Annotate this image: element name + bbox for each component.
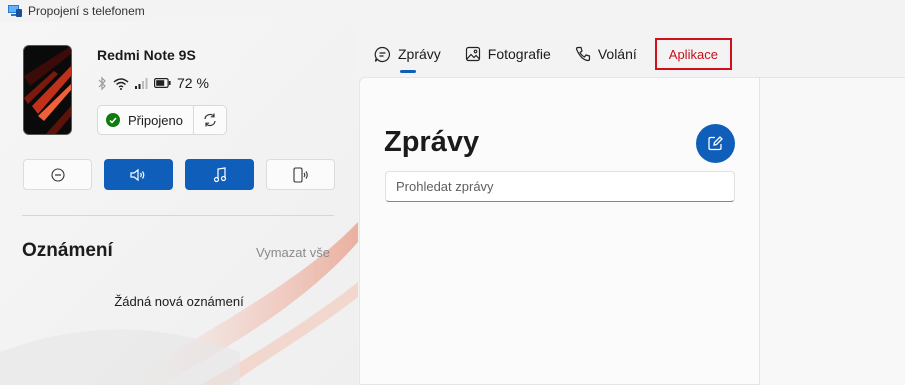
do-not-disturb-button[interactable]: [23, 159, 92, 190]
refresh-button[interactable]: [194, 106, 226, 134]
new-message-button[interactable]: [696, 124, 735, 163]
battery-icon: [154, 78, 171, 88]
phone-image: [24, 46, 71, 134]
connection-status-button[interactable]: Připojeno: [98, 106, 194, 134]
tab-apps[interactable]: Aplikace: [654, 38, 732, 70]
bluetooth-icon: [97, 76, 107, 91]
photo-icon: [465, 46, 481, 62]
media-button[interactable]: [185, 159, 254, 190]
music-note-icon: [213, 166, 226, 182]
speaker-icon: [129, 168, 144, 181]
tab-messages[interactable]: Zprávy: [374, 39, 441, 73]
app-logo-icon: [8, 5, 22, 17]
window-title: Propojení s telefonem: [28, 4, 145, 18]
phone-speaker-icon: [292, 166, 308, 183]
conversation-pane: [760, 77, 905, 385]
signal-icon: [135, 77, 148, 89]
audio-button[interactable]: [104, 159, 173, 190]
battery-level: 72 %: [177, 75, 209, 91]
no-notifications-text: Žádná nová oznámení: [114, 294, 244, 309]
tab-calls[interactable]: Volání: [575, 39, 637, 69]
refresh-icon: [204, 113, 216, 127]
connection-label: Připojeno: [128, 112, 183, 128]
phone-icon: [575, 46, 591, 62]
page-title: Zprávy: [384, 126, 480, 158]
wifi-icon: [113, 77, 129, 90]
device-name: Redmi Note 9S: [97, 47, 196, 63]
messages-pane: Zprávy: [359, 77, 760, 385]
tab-photos[interactable]: Fotografie: [465, 39, 551, 69]
tab-label: Aplikace: [668, 46, 718, 62]
divider: [22, 215, 334, 216]
minus-circle-icon: [50, 167, 65, 182]
clear-all-link[interactable]: Vymazat vše: [256, 245, 330, 260]
title-bar: Propojení s telefonem: [0, 0, 905, 22]
checkmark-icon: [106, 113, 120, 127]
phone-audio-button[interactable]: [266, 159, 335, 190]
search-input[interactable]: [385, 171, 735, 202]
tab-label: Zprávy: [398, 46, 441, 62]
notifications-title: Oznámení: [22, 240, 113, 261]
chat-icon: [374, 46, 391, 63]
device-panel: Redmi Note 9S 72 % Připojeno Oznámení Vy…: [0, 22, 358, 385]
main-tabs: Zprávy Fotografie Volání Aplikace: [374, 38, 756, 73]
tab-label: Volání: [597, 46, 637, 62]
connection-controls: Připojeno: [97, 105, 227, 135]
tab-label: Fotografie: [487, 46, 551, 62]
device-status-row: 72 %: [97, 74, 209, 92]
compose-icon: [708, 136, 723, 151]
